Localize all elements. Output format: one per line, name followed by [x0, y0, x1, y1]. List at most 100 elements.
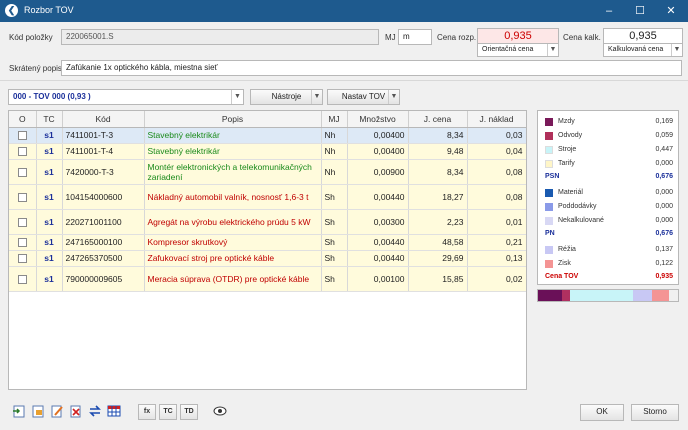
table-icon[interactable]	[107, 404, 121, 418]
table-row[interactable]: s1 247265370500 Zafukovací stroj pre optic…	[9, 250, 526, 267]
tov-select[interactable]: 000 - TOV 000 (0,93 ) ▼	[8, 89, 244, 105]
close-button[interactable]: ✕	[655, 0, 687, 22]
color-swatch	[545, 118, 553, 126]
row-checkbox[interactable]	[9, 127, 37, 144]
table-row[interactable]: s1 7420000-T-3 Montér elektronických a tel…	[9, 159, 526, 185]
checkbox[interactable]	[17, 167, 27, 177]
cena-kalk-value[interactable]: 0,935	[603, 28, 683, 44]
mj-field[interactable]: m	[398, 29, 432, 45]
window-title: Rozbor TOV	[24, 5, 74, 15]
cell-tc: s1	[36, 143, 63, 160]
cell-tc: s1	[36, 184, 63, 210]
cell-kod: 104154000600	[62, 184, 145, 210]
bar-segment	[632, 290, 652, 301]
header-jnaklad[interactable]: J. náklad	[467, 111, 526, 128]
cell-jcena: 29,69	[408, 250, 468, 267]
summary-panel: Mzdy 0,169 Odvody 0,059 Stroje 0,447 Tarify 0,0…	[537, 110, 679, 285]
cell-mj: Nh	[321, 127, 348, 144]
header-o[interactable]: O	[9, 111, 37, 128]
header-mnozstvo[interactable]: Množstvo	[347, 111, 409, 128]
checkbox[interactable]	[17, 238, 27, 248]
tov-select-text: 000 - TOV 000 (0,93 )	[13, 92, 91, 101]
summary-row: Mzdy 0,169	[545, 116, 673, 128]
cell-jnaklad: 0,13	[467, 250, 526, 267]
checkbox[interactable]	[17, 131, 27, 141]
bar-segment	[569, 290, 633, 301]
summary-value: 0,000	[655, 217, 673, 224]
delete-icon[interactable]	[69, 404, 83, 418]
row-checkbox[interactable]	[9, 143, 37, 160]
cell-popis: Montér elektronických a telekomunikačnýc…	[144, 159, 322, 185]
maximize-button[interactable]: ☐	[624, 0, 656, 22]
summary-label: Réžia	[558, 246, 576, 253]
checkbox[interactable]	[17, 147, 27, 157]
cell-kod: 7411001-T-3	[62, 127, 145, 144]
cell-jcena: 48,58	[408, 234, 468, 251]
swap-icon[interactable]	[88, 404, 102, 418]
back-arrow-icon[interactable]: ❮	[5, 4, 18, 17]
row-checkbox[interactable]	[9, 250, 37, 267]
summary-row: Odvody 0,059	[545, 130, 673, 142]
td-button[interactable]: TD	[180, 404, 198, 420]
summary-value: 0,676	[655, 230, 673, 237]
table-row[interactable]: s1 104154000600 Nákladný automobil valník,…	[9, 184, 526, 210]
tov-grid[interactable]: O TC Kód Popis MJ Množstvo J. cena J. ná…	[8, 110, 527, 390]
summary-label: Odvody	[558, 132, 583, 139]
minimize-button[interactable]: –	[593, 0, 625, 22]
eye-icon[interactable]	[213, 404, 227, 418]
cell-kod: 7420000-T-3	[62, 159, 145, 185]
cell-jnaklad: 0,01	[467, 209, 526, 235]
popis-field[interactable]: Zafúkanie 1x optického kábla, miestna si…	[61, 60, 682, 76]
bar-segment	[538, 290, 562, 301]
cena-rozp-type-select[interactable]: Orientačná cena ▼	[477, 43, 559, 57]
storno-button[interactable]: Storno	[631, 404, 679, 421]
fx-button[interactable]: fx	[138, 404, 156, 420]
cena-rozp-value[interactable]: 0,935	[477, 28, 559, 44]
checkbox[interactable]	[17, 192, 27, 202]
row-checkbox[interactable]	[9, 266, 37, 292]
header-mj[interactable]: MJ	[321, 111, 348, 128]
checkbox[interactable]	[17, 274, 27, 284]
summary-row: Cena TOV 0,935	[545, 271, 673, 283]
cena-kalk-label: Cena kalk.	[563, 33, 601, 42]
table-row[interactable]: s1 7411001-T-3 Stavebný elektrikár Nh 0,0040…	[9, 127, 526, 144]
cell-mnozstvo: 0,00100	[347, 266, 409, 292]
table-row[interactable]: s1 7411001-T-4 Stavebný elektrikár Nh 0,0040…	[9, 143, 526, 160]
header-tc[interactable]: TC	[36, 111, 63, 128]
kod-field[interactable]: 220065001.S	[61, 29, 379, 45]
summary-row: Zisk 0,122	[545, 258, 673, 270]
edit-icon[interactable]	[50, 404, 64, 418]
row-checkbox[interactable]	[9, 184, 37, 210]
export-icon[interactable]	[31, 404, 45, 418]
nastroje-button[interactable]: Nástroje ▼	[250, 89, 323, 105]
table-row[interactable]: s1 247165000100 Kompresor skrutkový Sh 0,004…	[9, 234, 526, 251]
summary-row: Stroje 0,447	[545, 144, 673, 156]
checkbox[interactable]	[17, 217, 27, 227]
import-icon[interactable]	[12, 404, 26, 418]
cell-kod: 7411001-T-4	[62, 143, 145, 160]
cell-kod: 247165000100	[62, 234, 145, 251]
summary-value: 0,000	[655, 203, 673, 210]
cell-mj: Nh	[321, 159, 348, 185]
summary-label: Stroje	[558, 146, 577, 153]
table-row[interactable]: s1 790000009605 Meracia súprava (OTDR) pre…	[9, 266, 526, 292]
header-kod[interactable]: Kód	[62, 111, 145, 128]
cell-mj: Sh	[321, 266, 348, 292]
header-popis[interactable]: Popis	[144, 111, 322, 128]
cell-jcena: 15,85	[408, 266, 468, 292]
table-row[interactable]: s1 220271001100 Agregát na výrobu elektric…	[9, 209, 526, 235]
cena-kalk-type-select[interactable]: Kalkulovaná cena ▼	[603, 43, 683, 57]
header-jcena[interactable]: J. cena	[408, 111, 468, 128]
row-checkbox[interactable]	[9, 159, 37, 185]
cell-tc: s1	[36, 209, 63, 235]
ok-button[interactable]: OK	[580, 404, 624, 421]
nastav-tov-button[interactable]: Nastav TOV ▼	[327, 89, 400, 105]
bar-segment	[651, 290, 669, 301]
checkbox[interactable]	[17, 254, 27, 264]
popis-label: Skrátený popis	[9, 64, 62, 73]
color-swatch	[545, 132, 553, 140]
row-checkbox[interactable]	[9, 209, 37, 235]
summary-value: 0,137	[655, 246, 673, 253]
row-checkbox[interactable]	[9, 234, 37, 251]
tc-button[interactable]: TC	[159, 404, 177, 420]
